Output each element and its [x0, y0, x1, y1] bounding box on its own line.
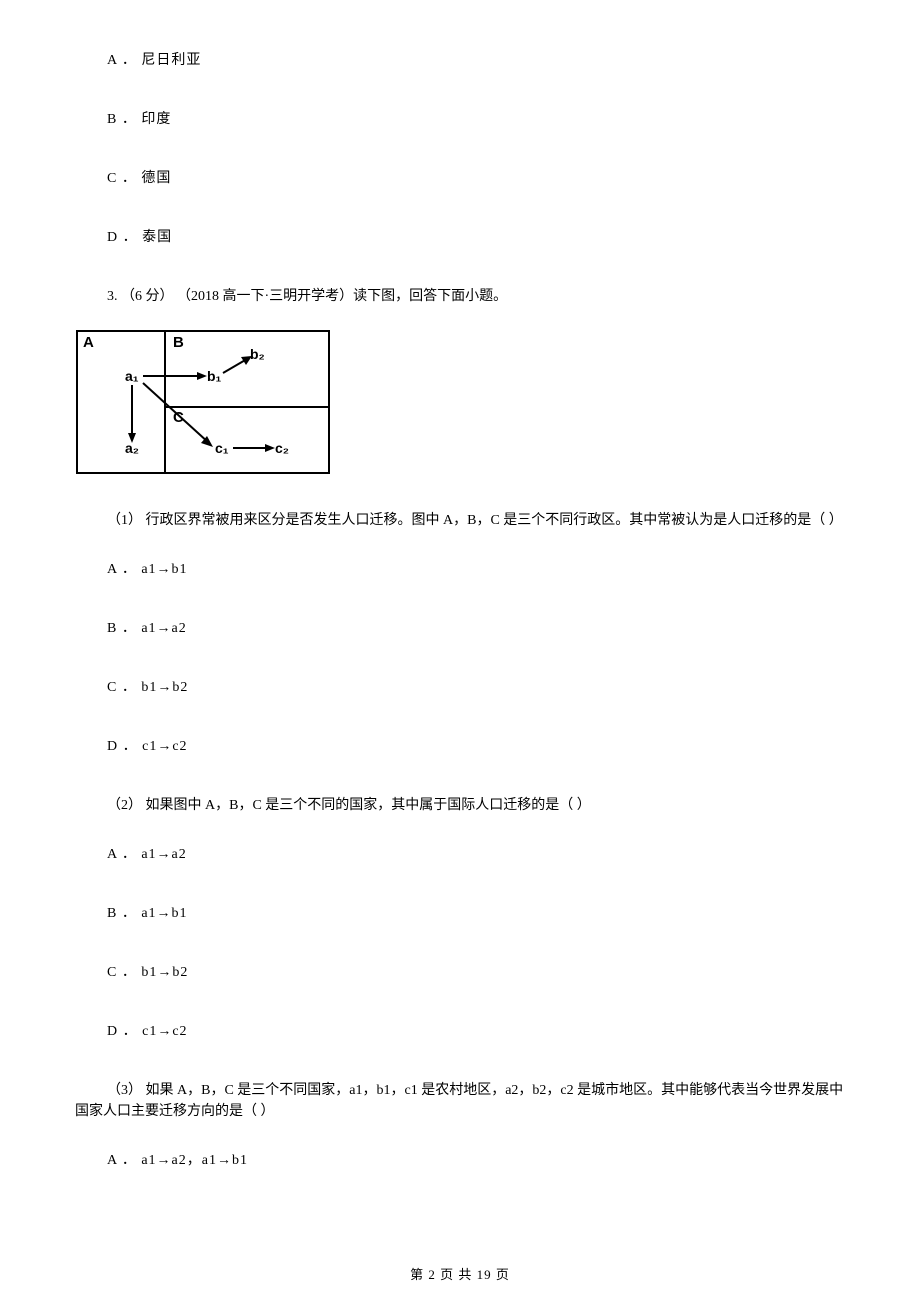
q3-sub3-option-a[interactable]: A ． a1→a2，a1→b1 — [107, 1150, 845, 1171]
svg-text:c₁: c₁ — [215, 440, 229, 456]
question-3-sub3: （3） 如果 A，B，C 是三个不同国家，a1，b1，c1 是农村地区，a2，b… — [75, 1080, 845, 1122]
option-c-top[interactable]: C ． 德国 — [107, 168, 845, 189]
q3-sub1-option-a[interactable]: A ． a1→b1 — [107, 559, 845, 580]
question-3-sub2: （2） 如果图中 A，B，C 是三个不同的国家，其中属于国际人口迁移的是（ ） — [107, 795, 845, 816]
q3-sub1-option-d[interactable]: D ． c1→c2 — [107, 736, 845, 757]
page-footer: 第 2 页 共 19 页 — [0, 1265, 920, 1285]
diagram-q3: A B C a₁ a₂ b₁ b₂ c₁ c₂ — [75, 329, 845, 482]
question-3-sub1: （1） 行政区界常被用来区分是否发生人口迁移。图中 A，B，C 是三个不同行政区… — [75, 510, 845, 531]
option-d-top[interactable]: D ． 泰国 — [107, 227, 845, 248]
q3-sub2-option-b[interactable]: B ． a1→b1 — [107, 903, 845, 924]
svg-text:b₁: b₁ — [207, 368, 222, 384]
option-b-top[interactable]: B ． 印度 — [107, 109, 845, 130]
q3-sub2-option-d[interactable]: D ． c1→c2 — [107, 1021, 845, 1042]
q3-sub1-option-b[interactable]: B ． a1→a2 — [107, 618, 845, 639]
svg-text:a₁: a₁ — [125, 368, 139, 384]
q3-sub1-option-c[interactable]: C ． b1→b2 — [107, 677, 845, 698]
q3-sub2-option-a[interactable]: A ． a1→a2 — [107, 844, 845, 865]
svg-text:c₂: c₂ — [275, 440, 289, 456]
svg-text:b₂: b₂ — [250, 346, 265, 362]
q3-sub2-option-c[interactable]: C ． b1→b2 — [107, 962, 845, 983]
svg-text:A: A — [83, 334, 94, 351]
svg-text:B: B — [173, 334, 184, 351]
option-a-top[interactable]: A ． 尼日利亚 — [107, 50, 845, 71]
question-3-stem: 3. （6 分） （2018 高一下·三明开学考）读下图，回答下面小题。 — [107, 286, 845, 307]
